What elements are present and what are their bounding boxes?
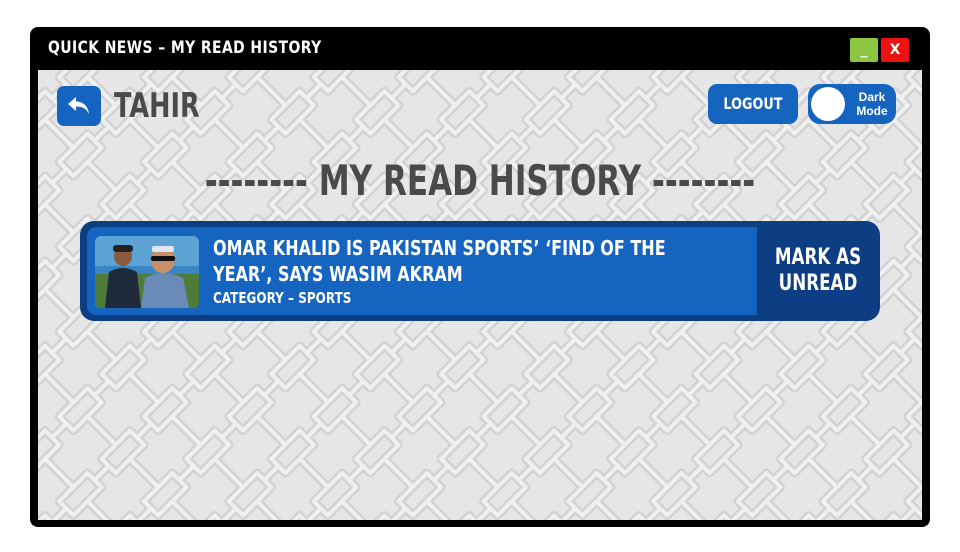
dark-mode-toggle[interactable]: Dark Mode [808, 84, 896, 124]
dark-mode-label: Dark Mode [852, 90, 892, 118]
minimize-button[interactable]: _ [850, 38, 878, 62]
mark-as-unread-button[interactable]: MARK AS UNREAD [760, 227, 876, 315]
main-content: TAHIR LOGOUT Dark Mode -------- MY READ … [38, 70, 922, 520]
app-window: QUICK NEWS – MY READ HISTORY _ X TAHIR L… [30, 27, 930, 527]
username-label: TAHIR [114, 86, 200, 126]
news-headline: OMAR KHALID IS PAKISTAN SPORTS’ ‘FIND OF… [213, 236, 666, 286]
page-heading-text: -------- MY READ HISTORY -------- [204, 156, 756, 205]
logout-button[interactable]: LOGOUT [708, 84, 798, 124]
back-arrow-icon [68, 97, 89, 114]
news-thumbnail-photo [95, 236, 199, 308]
page-heading: -------- MY READ HISTORY -------- [38, 154, 922, 208]
news-item[interactable]: OMAR KHALID IS PAKISTAN SPORTS’ ‘FIND OF… [87, 227, 757, 315]
mark-as-unread-label: MARK AS UNREAD [774, 245, 862, 296]
news-card: OMAR KHALID IS PAKISTAN SPORTS’ ‘FIND OF… [80, 221, 880, 321]
title-bar: QUICK NEWS – MY READ HISTORY _ X [30, 27, 930, 70]
window-title: QUICK NEWS – MY READ HISTORY [48, 38, 322, 58]
news-thumbnail [95, 236, 199, 308]
dark-mode-label-line2: Mode [856, 104, 888, 118]
dark-mode-label-line1: Dark [858, 90, 886, 104]
close-button[interactable]: X [881, 38, 909, 62]
toggle-knob [811, 87, 845, 121]
logout-label: LOGOUT [723, 94, 783, 113]
news-category: CATEGORY – SPORTS [213, 289, 352, 307]
back-button[interactable] [57, 86, 101, 126]
